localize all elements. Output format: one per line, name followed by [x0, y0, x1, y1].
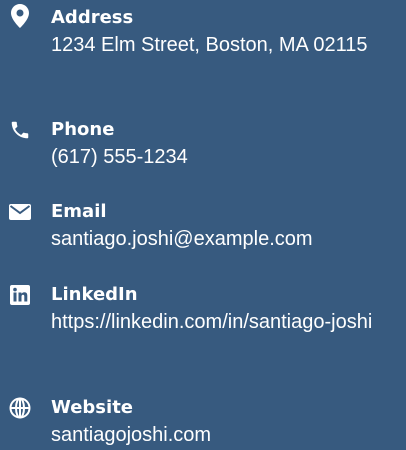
- phone-value: (617) 555-1234: [51, 143, 396, 171]
- email-value: santiago.joshi@example.com: [51, 225, 396, 253]
- address-value: 1234 Elm Street, Boston, MA 02115: [51, 34, 368, 56]
- linkedin-icon: [7, 282, 33, 308]
- email-link[interactable]: santiago.joshi@example.com: [51, 228, 313, 250]
- contact-list: Address 1234 Elm Street, Boston, MA 0211…: [0, 0, 406, 450]
- address-label: Address: [51, 7, 134, 28]
- globe-icon: [7, 395, 33, 421]
- website-label: Website: [51, 397, 134, 418]
- phone-icon: [7, 117, 33, 143]
- phone-link[interactable]: (617) 555-1234: [51, 146, 188, 168]
- phone-label: Phone: [51, 119, 115, 140]
- linkedin-value: https://linkedin.com/in/santiago-joshi: [51, 308, 396, 336]
- website-value: santiagojoshi.com: [51, 421, 396, 449]
- linkedin-link[interactable]: https://linkedin.com/in/santiago-joshi: [51, 311, 372, 333]
- website-link[interactable]: santiagojoshi.com: [51, 424, 211, 446]
- linkedin-label: LinkedIn: [51, 284, 138, 305]
- envelope-icon: [7, 199, 33, 225]
- map-marker-icon: [7, 3, 33, 29]
- email-label: Email: [51, 201, 107, 222]
